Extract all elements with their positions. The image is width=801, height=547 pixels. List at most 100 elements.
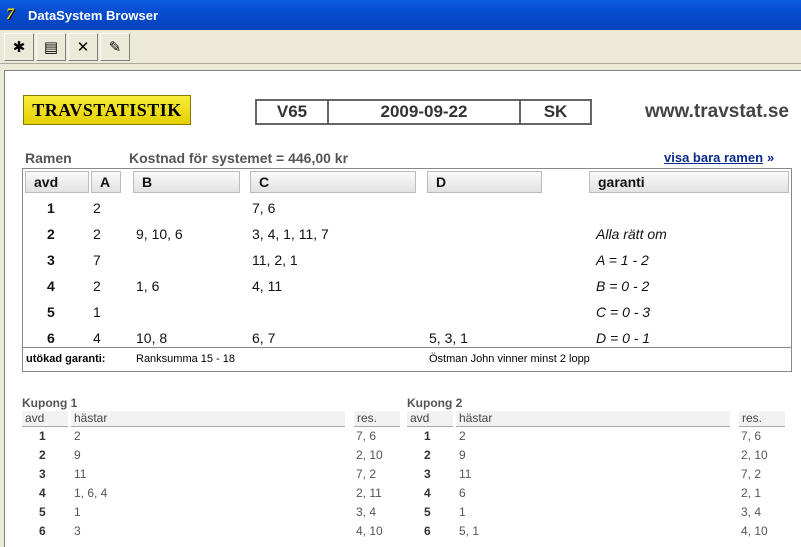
eraser-button[interactable]: ✎ [100, 33, 130, 61]
extended-guarantee-label: utökad garanti: [26, 353, 106, 365]
coupon-2-title: Kupong 2 [407, 396, 463, 410]
coupon-2-row-4-avd: 4 [424, 486, 431, 500]
window-title: DataSystem Browser [28, 7, 159, 23]
title-bar: 7 DataSystem Browser [0, 0, 801, 30]
coupon-1-row-1-horses: 2 [74, 429, 81, 443]
coupon-2-row-2-horses: 9 [459, 448, 466, 462]
coupon-1-row-1-res: 7, 6 [356, 429, 377, 443]
coupon-1-row-2-horses: 9 [74, 448, 81, 462]
coupon-2-row-3-avd: 3 [424, 467, 431, 481]
coupon-1-row-1-avd: 1 [39, 429, 46, 443]
row-4-garanti: B = 0 - 2 [596, 278, 650, 294]
coupon-1-row-3-res: 7, 2 [356, 467, 377, 481]
coupon-2-header-avd: avd [407, 411, 453, 427]
print-icon: ▤ [43, 39, 59, 56]
coupon-1: Kupong 1 avd hästar res. 1 2 7, 6 2 9 2,… [5, 391, 405, 541]
coupon-1-row-2-res: 2, 10 [356, 448, 383, 462]
row-1-a: 2 [93, 200, 101, 216]
coupon-2-row-4-horses: 6 [459, 486, 466, 500]
col-header-garanti: garanti [589, 171, 789, 193]
date-box: 2009-09-22 [327, 99, 521, 125]
print-button[interactable]: ▤ [36, 33, 66, 61]
row-2-c: 3, 4, 1, 11, 7 [252, 226, 329, 242]
row-3-avd: 3 [47, 252, 55, 268]
frame-label: Ramen [25, 150, 72, 166]
col-header-a: A [91, 171, 121, 193]
coupon-1-row-6-res: 4, 10 [356, 524, 383, 538]
driver-condition: Östman John vinner minst 2 lopp [429, 353, 590, 365]
row-6-d: 5, 3, 1 [429, 330, 468, 346]
close-button[interactable]: ✕ [68, 33, 98, 61]
chevron-right-icon: » [767, 150, 775, 165]
coupon-2-row-5-horses: 1 [459, 505, 466, 519]
coupon-1-row-3-horses: 11 [74, 467, 87, 481]
toolbar: ✱ ▤ ✕ ✎ [0, 30, 801, 64]
coupon-1-row-4-avd: 4 [39, 486, 46, 500]
coupon-2-header-horses: hästar [456, 411, 730, 427]
race-date: 2009-09-22 [380, 102, 468, 121]
bug-icon: ✱ [12, 39, 26, 56]
coupon-1-row-6-avd: 6 [39, 524, 46, 538]
row-2-garanti: Alla rätt om [596, 226, 667, 242]
coupon-2-row-3-res: 7, 2 [741, 467, 762, 481]
coupon-2-row-6-horses: 5, 1 [459, 524, 480, 538]
coupon-2-row-2-res: 2, 10 [741, 448, 768, 462]
coupon-2-header-res: res. [739, 411, 785, 427]
bug-button[interactable]: ✱ [4, 33, 34, 61]
coupon-1-header-avd: avd [22, 411, 68, 427]
coupon-1-row-5-res: 3, 4 [356, 505, 377, 519]
row-1-c: 7, 6 [252, 200, 276, 216]
frame-table: avd A B C D garanti 1 2 7, 6 2 2 9, 10, … [22, 168, 792, 372]
coupon-2-row-6-avd: 6 [424, 524, 431, 538]
app-logo-icon: 7 [6, 6, 14, 23]
row-2-b: 9, 10, 6 [136, 226, 183, 242]
col-header-c: C [250, 171, 416, 193]
row-2-a: 2 [93, 226, 101, 242]
close-icon: ✕ [76, 39, 90, 56]
coupon-2-row-2-avd: 2 [424, 448, 431, 462]
track-box: SK [519, 99, 592, 125]
row-5-a: 1 [93, 304, 101, 320]
eraser-icon: ✎ [108, 39, 122, 56]
row-5-avd: 5 [47, 304, 55, 320]
coupon-2-row-1-res: 7, 6 [741, 429, 762, 443]
coupon-1-row-4-res: 2, 11 [356, 486, 382, 500]
row-2-avd: 2 [47, 226, 55, 242]
row-4-c: 4, 11 [252, 278, 283, 294]
coupon-1-row-3-avd: 3 [39, 467, 46, 481]
coupon-1-title: Kupong 1 [22, 396, 78, 410]
coupon-2-row-1-horses: 2 [459, 429, 466, 443]
row-6-garanti: D = 0 - 1 [596, 330, 651, 346]
row-3-a: 7 [93, 252, 101, 268]
col-header-b: B [133, 171, 240, 193]
row-3-garanti: A = 1 - 2 [596, 252, 649, 268]
row-6-avd: 6 [47, 330, 55, 346]
coupon-2: Kupong 2 avd hästar res. 1 2 7, 6 2 9 2,… [389, 391, 799, 541]
coupon-2-row-4-res: 2, 1 [741, 486, 762, 500]
system-cost: Kostnad för systemet = 446,00 kr [129, 150, 349, 166]
row-6-b: 10, 8 [136, 330, 168, 346]
coupon-1-row-5-avd: 5 [39, 505, 46, 519]
col-header-avd: avd [25, 171, 89, 193]
coupon-2-row-1-avd: 1 [424, 429, 431, 443]
coupon-2-row-3-horses: 11 [459, 467, 472, 481]
row-3-c: 11, 2, 1 [252, 252, 298, 268]
game-type: V65 [276, 102, 308, 121]
track-code: SK [543, 102, 568, 121]
coupon-1-row-4-horses: 1, 6, 4 [74, 486, 108, 500]
row-4-a: 2 [93, 278, 101, 294]
row-6-c: 6, 7 [252, 330, 276, 346]
game-type-box: V65 [255, 99, 329, 125]
row-6-a: 4 [93, 330, 101, 346]
coupon-1-row-2-avd: 2 [39, 448, 46, 462]
show-frame-link[interactable]: visa bara ramen» [664, 150, 774, 165]
col-header-d: D [427, 171, 542, 193]
row-4-b: 1, 6 [136, 278, 160, 294]
coupon-2-row-5-avd: 5 [424, 505, 431, 519]
coupon-1-row-6-horses: 3 [74, 524, 81, 538]
rank-sum: Ranksumma 15 - 18 [136, 353, 236, 365]
content-area: TRAVSTATISTIK V65 2009-09-22 SK www.trav… [4, 70, 801, 547]
show-frame-link-label: visa bara ramen [664, 150, 764, 165]
extended-guarantee-row: utökad garanti: Ranksumma 15 - 18 Östman… [23, 347, 791, 371]
row-5-garanti: C = 0 - 3 [596, 304, 651, 320]
